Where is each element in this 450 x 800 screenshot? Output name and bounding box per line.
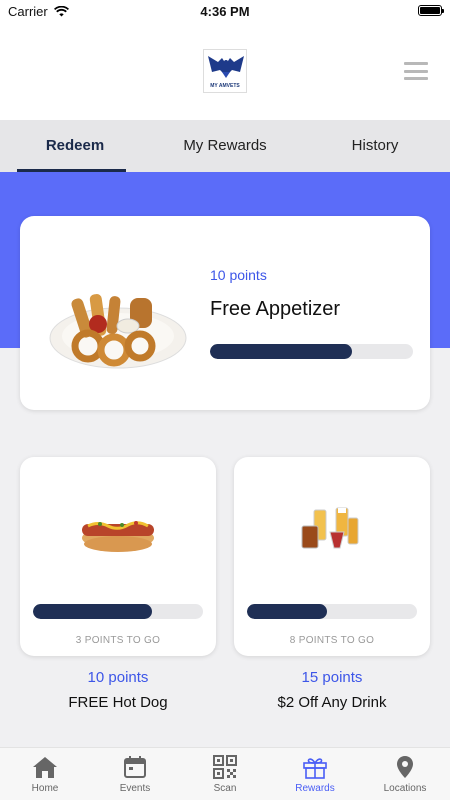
battery-icon (418, 5, 444, 16)
nav-home[interactable]: Home (0, 748, 90, 800)
qr-code-icon (213, 755, 237, 779)
nav-scan[interactable]: Scan (180, 748, 270, 800)
featured-progress-fill (210, 344, 353, 359)
hamburger-menu-icon[interactable] (404, 62, 428, 80)
nav-locations[interactable]: Locations (360, 748, 450, 800)
drinks-image (301, 507, 359, 549)
eagle-emblem-icon (208, 56, 244, 78)
tab-history[interactable]: History (300, 120, 450, 172)
drink-progress-fill (247, 604, 327, 619)
calendar-icon (124, 756, 146, 778)
featured-progress-bar (210, 344, 413, 359)
tab-my-rewards[interactable]: My Rewards (150, 120, 300, 172)
hot-dog-points-to-go: 3 POINTS TO GO (75, 635, 161, 646)
hot-dog-progress-bar (33, 604, 203, 619)
nav-events[interactable]: Events (90, 748, 180, 800)
featured-points: 10 points (210, 267, 267, 283)
featured-title: Free Appetizer (210, 298, 341, 320)
nav-locations-label: Locations (383, 783, 427, 794)
status-bar: Carrier 4:36 PM (0, 0, 450, 22)
gift-icon (303, 758, 327, 779)
hot-dog-progress-fill (33, 604, 152, 619)
reward-card-free-appetizer[interactable]: 10 points Free Appetizer (20, 216, 430, 410)
hot-dog-image (82, 521, 154, 552)
hot-dog-title: FREE Hot Dog (68, 694, 168, 711)
drink-points-to-go: 8 POINTS TO GO (289, 635, 375, 646)
nav-rewards[interactable]: Rewards (270, 748, 360, 800)
home-icon (33, 757, 57, 778)
amvets-logo: MY AMVETS (203, 49, 247, 93)
nav-events-label: Events (119, 783, 151, 794)
bottom-navigation: Home Events Scan Rewards Locations (0, 747, 450, 800)
tab-redeem[interactable]: Redeem (0, 120, 150, 172)
status-time: 4:36 PM (200, 4, 250, 19)
drink-progress-bar (247, 604, 417, 619)
reward-tabs: Redeem My Rewards History (0, 120, 450, 172)
nav-rewards-label: Rewards (295, 783, 335, 794)
appetizer-plate-image (49, 294, 187, 369)
nav-scan-label: Scan (213, 783, 237, 794)
reward-card-drink[interactable]: 8 POINTS TO GO (234, 457, 430, 656)
reward-card-hot-dog[interactable]: 3 POINTS TO GO (20, 457, 216, 656)
nav-home-label: Home (31, 783, 59, 794)
logo-text: MY AMVETS (210, 83, 240, 89)
hot-dog-points: 10 points (87, 669, 149, 686)
drink-points: 15 points (301, 669, 363, 686)
drink-title: $2 Off Any Drink (277, 694, 387, 711)
location-pin-icon (397, 756, 413, 778)
app-header: MY AMVETS (0, 22, 450, 120)
